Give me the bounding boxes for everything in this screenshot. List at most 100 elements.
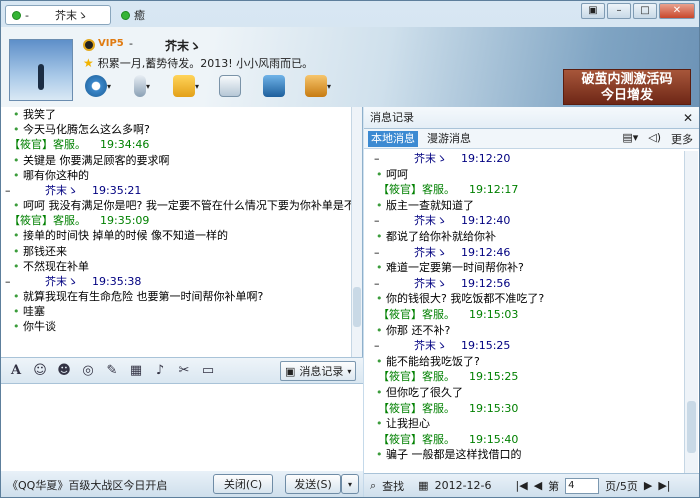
chat-toolbar: ▾ ▾ ▾ ▾	[81, 73, 335, 99]
image-icon[interactable]: ▦	[127, 362, 145, 380]
history-message: 难道一定要第一时间帮你补?	[364, 260, 684, 276]
search-icon[interactable]: ⌕	[370, 479, 376, 493]
message-time: 19:12:17	[469, 183, 519, 197]
news-ticker[interactable]: 《QQ华夏》百级大战区今日开启	[7, 477, 167, 493]
message-manager-icon[interactable]: ▤▾	[622, 131, 638, 147]
history-message: 骗子 一般都是这样找借口的	[364, 447, 684, 463]
prev-page-icon[interactable]: ◀	[534, 479, 542, 492]
chat-message: 哪有你这种的	[1, 168, 362, 183]
last-page-icon[interactable]: ▶|	[658, 479, 670, 492]
history-icon: ▣	[285, 364, 296, 378]
sender-name[interactable]: 【筱官】客服。	[378, 370, 455, 383]
chat-message: 今天马化腾怎么这么多啊?	[1, 122, 362, 137]
chat-message: 关键是 你要满足顾客的要求啊	[1, 153, 362, 168]
doodle-icon[interactable]: ✎	[103, 362, 121, 380]
more-link[interactable]: 更多	[671, 131, 693, 147]
skin-icon[interactable]: ▣	[581, 3, 605, 19]
vip-badge[interactable]: VIP5	[98, 38, 124, 49]
sender-name[interactable]: 芥末ゝ	[414, 246, 447, 259]
session-tabs: - 芥末ゝ 癒	[5, 5, 151, 27]
screenshot-icon[interactable]: ✂	[175, 362, 193, 380]
sender-name[interactable]: 【筱官】客服。	[378, 183, 455, 196]
voice-call-button[interactable]: ▾	[125, 73, 159, 99]
chat-scrollbar[interactable]	[351, 107, 362, 357]
more-tools-icon[interactable]: ▭	[199, 362, 217, 380]
sender-name[interactable]: 芥末ゝ	[414, 214, 447, 227]
ad-line-2: 今日增发	[600, 88, 653, 103]
font-icon[interactable]: A	[7, 362, 25, 380]
sender-name[interactable]: 【筱官】客服。	[378, 433, 455, 446]
send-button[interactable]: 发送(S)	[285, 474, 341, 494]
voice-icon	[133, 75, 146, 97]
app-box-icon	[304, 75, 327, 97]
tab-roaming-messages[interactable]: 漫游消息	[424, 131, 474, 147]
emoji-icon[interactable]: ☺	[31, 362, 49, 380]
session-tab[interactable]: 癒	[115, 5, 151, 25]
first-page-icon[interactable]: |◀	[516, 479, 528, 492]
window-controls: ▣ – □ ✕	[581, 3, 695, 19]
close-icon[interactable]: ✕	[659, 3, 695, 19]
ad-banner[interactable]: 破茧内测激活码 今日增发	[563, 69, 691, 105]
message-input[interactable]	[1, 383, 363, 471]
minimize-icon[interactable]: –	[607, 3, 631, 19]
date-label[interactable]: 2012-12-6	[435, 479, 492, 492]
find-button[interactable]: 查找	[382, 478, 404, 494]
history-scrollbar[interactable]	[684, 151, 698, 473]
speaker-icon[interactable]: ◁)	[648, 131, 661, 147]
message-time: 19:15:30	[469, 401, 519, 415]
signature-text: 积累一月,蓄势待发。2013! 小小风雨而已。	[97, 57, 314, 70]
scroll-thumb[interactable]	[687, 401, 696, 453]
shake-icon[interactable]: ◎	[79, 362, 97, 380]
close-button[interactable]: 关闭(C)	[213, 474, 273, 494]
send-options-button[interactable]: ▾	[341, 474, 359, 494]
page-number-input[interactable]: 4	[565, 477, 600, 494]
tab-label: 癒	[134, 9, 145, 22]
scroll-thumb[interactable]	[353, 287, 361, 327]
message-time: 19:35:09	[100, 214, 150, 228]
sender-name[interactable]: 【筱官】客服。	[9, 138, 86, 151]
history-title-bar: 消息记录 ✕	[364, 107, 699, 129]
file-transfer-button[interactable]: ▾	[169, 73, 203, 99]
remote-assist-icon	[263, 75, 285, 97]
chat-message-header: 芥末ゝ 19:35:38	[1, 274, 362, 289]
history-tabs: 本地消息 漫游消息 ▤▾ ◁) 更多	[364, 129, 699, 149]
history-message: 你的钱很大? 我吃饭都不准吃了?	[364, 291, 684, 307]
history-message: 让我担心	[364, 416, 684, 432]
sender-name[interactable]: 【筱官】客服。	[9, 214, 86, 227]
message-time: 19:15:25	[469, 370, 519, 384]
sender-name[interactable]: 芥末ゝ	[414, 152, 447, 165]
sender-name[interactable]: 芥末ゝ	[414, 277, 447, 290]
history-message-header: 【筱官】客服。 19:12:17	[364, 182, 684, 198]
bottom-bar: 《QQ华夏》百级大战区今日开启 关闭(C) 发送(S) ▾	[1, 471, 363, 497]
signature-line: ★ 积累一月,蓄势待发。2013! 小小风雨而已。	[83, 55, 313, 71]
history-list[interactable]: 芥末ゝ19:12:20呵呵【筱官】客服。19:12:17版主一查就知道了芥末ゝ1…	[364, 151, 684, 473]
remote-assist-button[interactable]	[257, 73, 291, 99]
contact-nickname[interactable]: 芥末ゝ	[165, 37, 201, 54]
video-call-button[interactable]: ▾	[81, 73, 115, 99]
calendar-icon[interactable]: ▦	[418, 479, 428, 492]
message-record-button[interactable]: ▣ 消息记录 ▾	[280, 361, 356, 381]
music-icon[interactable]: ♪	[151, 362, 169, 380]
message-time: 19:12:46	[461, 245, 511, 259]
sender-name[interactable]: 芥末ゝ	[45, 184, 78, 197]
app-box-button[interactable]: ▾	[301, 73, 335, 99]
tab-local-messages[interactable]: 本地消息	[368, 130, 418, 147]
message-time: 19:15:25	[461, 339, 511, 353]
chat-message-area[interactable]: 我笑了今天马化腾怎么这么多啊?【筱官】客服。19:34:46关键是 你要满足顾客…	[1, 107, 363, 357]
sender-name[interactable]: 【筱官】客服。	[378, 308, 455, 321]
next-page-icon[interactable]: ▶	[644, 479, 652, 492]
sms-button[interactable]	[213, 73, 247, 99]
history-message-header: 【筱官】客服。 19:15:40	[364, 432, 684, 448]
sender-name[interactable]: 芥末ゝ	[414, 339, 447, 352]
magic-face-icon[interactable]: ☻	[55, 362, 73, 380]
history-message-header: 芥末ゝ 19:12:46	[364, 245, 684, 261]
maximize-icon[interactable]: □	[633, 3, 657, 19]
sender-name[interactable]: 芥末ゝ	[45, 275, 78, 288]
session-tab-active[interactable]: - 芥末ゝ	[5, 5, 111, 25]
chat-message-header: 【筱官】客服。 19:34:46	[1, 137, 362, 152]
sender-name[interactable]: 【筱官】客服。	[378, 402, 455, 415]
close-icon[interactable]: ✕	[683, 107, 693, 129]
avatar[interactable]	[9, 39, 73, 101]
file-transfer-icon	[172, 75, 195, 97]
history-message: 但你吃了很久了	[364, 385, 684, 401]
